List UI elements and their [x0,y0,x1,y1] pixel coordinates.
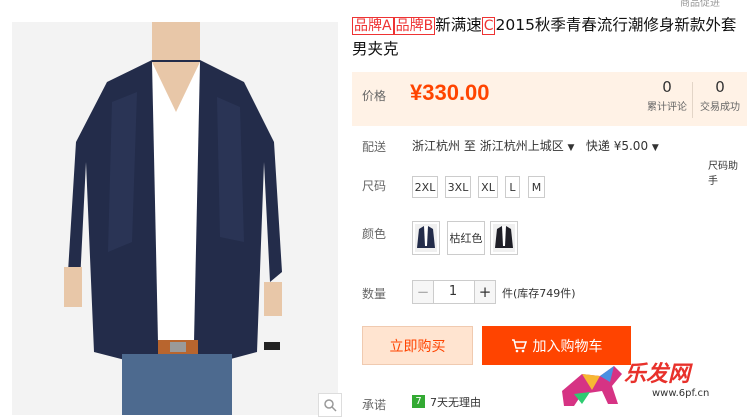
delivery-destination-select[interactable]: 浙江杭州上城区 ▼ [480,139,575,153]
quantity-plus-button[interactable]: + [474,280,496,304]
cart-icon [511,338,527,352]
color-option-thumbnail-1[interactable] [412,221,440,255]
brand-a-tag: 品牌A [352,17,394,35]
zoom-icon[interactable] [318,393,342,417]
quantity-minus-button[interactable]: − [412,280,434,304]
price-value: ¥330.00 [410,80,490,105]
product-main-image[interactable] [12,22,338,415]
size-helper-link[interactable]: 尺码助手 [708,157,747,187]
quantity-label: 数量 [362,287,387,301]
size-option-2xl[interactable]: 2XL [412,176,438,198]
review-count-stat[interactable]: 0 累计评论 [642,78,692,113]
size-option-xl[interactable]: XL [478,176,498,198]
sales-count: 0 [715,78,725,96]
price-label: 价格 [362,89,387,103]
color-option-thumbnail-2[interactable] [490,221,518,255]
site-watermark-logo: 乐发网 www.6pf.cn [552,346,747,415]
jacket-thumbnail-icon [415,224,437,252]
color-option-text[interactable]: 枯红色 [447,221,485,255]
delivery-from: 浙江杭州 [412,139,461,153]
product-title: 品牌A 品牌B 新满速 C 2015秋季青春流行潮修身新款外套男夹克 [352,14,742,61]
color-label: 颜色 [362,227,387,241]
delivery-label: 配送 [362,140,387,154]
delivery-to-word: 至 [463,139,476,153]
review-count: 0 [662,78,672,96]
delivery-method-select[interactable]: 快递 ¥5.00 ▼ [586,139,659,153]
jacket-photo [12,22,338,415]
brand-c-tag: C [481,17,496,35]
review-count-label: 累计评论 [647,102,687,113]
sales-count-stat[interactable]: 0 交易成功 [695,78,745,113]
seven-day-return-icon: 7 [412,395,425,408]
watermark-text: 乐发网 [624,362,691,387]
size-option-l[interactable]: L [505,176,520,198]
size-label: 尺码 [362,179,387,193]
promise-text: 7天无理由 [430,396,481,409]
buy-now-button[interactable]: 立即购买 [362,326,473,365]
delivery-destination: 浙江杭州上城区 [479,139,564,153]
sales-count-label: 交易成功 [700,102,740,113]
brand-b-tag: 品牌B [393,17,436,35]
price-panel: 价格 ¥330.00 0 累计评论 0 交易成功 [352,72,747,126]
chevron-down-icon: ▼ [567,143,575,153]
size-option-3xl[interactable]: 3XL [445,176,471,198]
size-option-m[interactable]: M [528,176,545,198]
stock-info: 件(库存749件) [502,287,576,300]
jacket-thumbnail-icon [493,224,515,252]
stats-divider [692,82,693,118]
title-mid: 新满速 [435,16,482,34]
delivery-info: 浙江杭州 至 浙江杭州上城区 ▼ 快递 ¥5.00 ▼ [412,137,659,154]
delivery-method: 快递 ¥5.00 [585,139,649,153]
watermark-url: www.6pf.cn [652,388,710,399]
promise-label: 承诺 [362,398,387,412]
top-cropped-text: 商品促进 [680,0,720,9]
chevron-down-icon: ▼ [651,143,659,153]
quantity-input[interactable]: 1 [432,280,474,304]
